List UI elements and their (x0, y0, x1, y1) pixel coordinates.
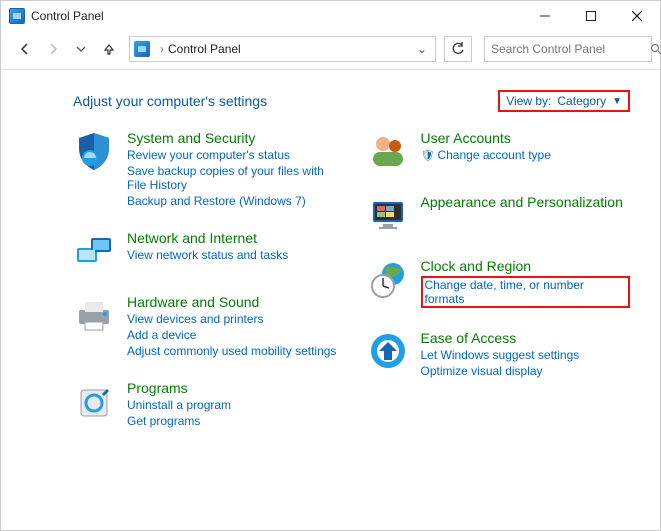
control-panel-icon (134, 41, 150, 57)
close-button[interactable] (614, 1, 660, 31)
network-icon (73, 230, 115, 272)
minimize-button[interactable] (522, 1, 568, 31)
category-link[interactable]: Clock and Region (421, 258, 631, 274)
back-button[interactable] (13, 37, 37, 61)
shield-icon (73, 130, 115, 172)
task-link[interactable]: Add a device (127, 328, 336, 342)
category-ease-of-access: Ease of Access Let Windows suggest setti… (367, 330, 631, 378)
users-icon (367, 130, 409, 172)
category-programs: Programs Uninstall a program Get program… (73, 380, 337, 428)
address-bar[interactable]: › Control Panel ⌄ (129, 36, 436, 62)
category-clock-region: Clock and Region Change date, time, or n… (367, 258, 631, 308)
category-link[interactable]: Hardware and Sound (127, 294, 336, 310)
ease-of-access-icon (367, 330, 409, 372)
task-link[interactable]: Save backup copies of your files with Fi… (127, 164, 337, 192)
maximize-button[interactable] (568, 1, 614, 31)
search-input[interactable] (491, 42, 646, 56)
view-by-label: View by: (506, 94, 551, 108)
task-link[interactable]: Change date, time, or number formats (425, 278, 584, 306)
category-link[interactable]: System and Security (127, 130, 337, 146)
breadcrumb[interactable]: Control Panel (168, 42, 241, 56)
category-link[interactable]: User Accounts (421, 130, 551, 146)
category-hardware-sound: Hardware and Sound View devices and prin… (73, 294, 337, 358)
printer-icon (73, 294, 115, 336)
task-link[interactable]: Backup and Restore (Windows 7) (127, 194, 337, 208)
left-column: System and Security Review your computer… (73, 130, 337, 428)
category-system-security: System and Security Review your computer… (73, 130, 337, 208)
chevron-down-icon: ▼ (612, 96, 622, 107)
category-user-accounts: User Accounts Change account type (367, 130, 631, 172)
titlebar: Control Panel (1, 1, 660, 31)
view-by-selector[interactable]: View by: Category ▼ (498, 90, 630, 112)
task-link[interactable]: Get programs (127, 414, 231, 428)
task-link[interactable]: Let Windows suggest settings (421, 348, 580, 362)
window-title: Control Panel (31, 9, 104, 23)
task-link[interactable]: Adjust commonly used mobility settings (127, 344, 336, 358)
control-panel-icon (9, 8, 25, 24)
task-link[interactable]: Optimize visual display (421, 364, 580, 378)
content-area: Adjust your computer's settings View by:… (1, 70, 660, 438)
chevron-down-icon[interactable]: ⌄ (413, 42, 431, 56)
search-icon (650, 43, 661, 55)
task-link[interactable]: View network status and tasks (127, 248, 288, 262)
clock-globe-icon (367, 258, 409, 300)
monitor-icon (367, 194, 409, 236)
up-button[interactable] (97, 37, 121, 61)
refresh-button[interactable] (444, 36, 472, 62)
category-link[interactable]: Appearance and Personalization (421, 194, 623, 210)
right-column: User Accounts Change account type Appear… (367, 130, 631, 428)
category-appearance-personalization: Appearance and Personalization (367, 194, 631, 236)
page-heading: Adjust your computer's settings (73, 93, 267, 109)
task-link[interactable]: Change account type (421, 148, 551, 162)
forward-button[interactable] (41, 37, 65, 61)
search-box[interactable] (484, 36, 652, 62)
task-link[interactable]: Review your computer's status (127, 148, 337, 162)
category-network-internet: Network and Internet View network status… (73, 230, 337, 272)
navbar: › Control Panel ⌄ (1, 31, 660, 67)
view-by-value: Category (557, 94, 606, 108)
category-link[interactable]: Ease of Access (421, 330, 580, 346)
task-link[interactable]: View devices and printers (127, 312, 336, 326)
task-link[interactable]: Uninstall a program (127, 398, 231, 412)
highlighted-task: Change date, time, or number formats (421, 276, 631, 308)
category-link[interactable]: Programs (127, 380, 231, 396)
chevron-right-icon[interactable]: › (160, 42, 164, 56)
recent-locations-button[interactable] (69, 37, 93, 61)
programs-icon (73, 380, 115, 422)
category-link[interactable]: Network and Internet (127, 230, 288, 246)
